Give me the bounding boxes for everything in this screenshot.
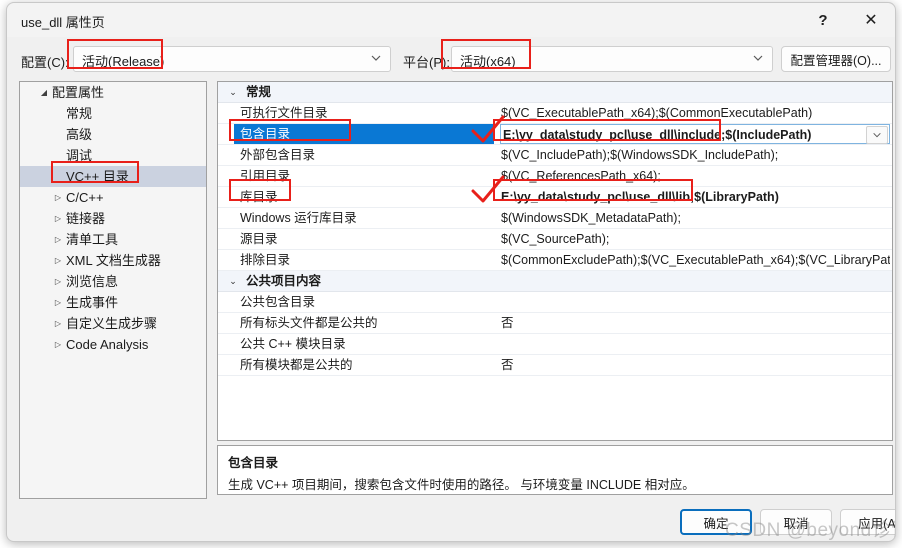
grid-category[interactable]: ⌄ 公共项目内容 bbox=[218, 271, 892, 292]
sidebar-item-0[interactable]: ◢ 配置属性 bbox=[20, 82, 206, 103]
ok-button[interactable]: 确定 bbox=[680, 509, 752, 535]
property-value: $(VC_SourcePath); bbox=[501, 232, 610, 246]
title-bar: use_dll 属性页 ? ✕ bbox=[7, 3, 895, 37]
property-row[interactable]: 排除目录 $(CommonExcludePath);$(VC_Executable… bbox=[218, 250, 892, 271]
sidebar-item-label: 自定义生成步骤 bbox=[66, 316, 158, 331]
chevron-down-icon bbox=[370, 52, 382, 64]
sidebar-item-label: 清单工具 bbox=[66, 232, 119, 247]
property-row[interactable]: 外部包含目录 $(VC_IncludePath);$(WindowsSDK_Inc… bbox=[218, 145, 892, 166]
property-name: 包含目录 bbox=[234, 124, 494, 144]
property-value: $(VC_IncludePath);$(WindowsSDK_IncludePa… bbox=[501, 148, 779, 162]
property-value: 否 bbox=[501, 316, 514, 330]
description-panel: 包含目录 生成 VC++ 项目期间，搜索包含文件时使用的路径。 与环境变量 IN… bbox=[217, 445, 893, 495]
property-name: 源目录 bbox=[240, 232, 278, 246]
property-name: 排除目录 bbox=[240, 253, 291, 267]
property-value: E:\yy_data\study_pcl\use_dll\lib;$(Libra… bbox=[501, 190, 779, 204]
cancel-button[interactable]: 取消 bbox=[760, 509, 832, 535]
sidebar-item-label: 调试 bbox=[66, 148, 93, 163]
property-value: $(WindowsSDK_MetadataPath); bbox=[501, 211, 681, 225]
sidebar-item-label: 高级 bbox=[66, 127, 93, 142]
sidebar-item-label: 生成事件 bbox=[66, 295, 119, 310]
tree-collapsed-icon[interactable]: ▷ bbox=[52, 292, 64, 313]
property-name: Windows 运行库目录 bbox=[240, 211, 357, 225]
sidebar-item-11[interactable]: ▷ 自定义生成步骤 bbox=[20, 313, 206, 334]
tree-expanded-icon[interactable]: ◢ bbox=[38, 82, 50, 103]
tree-collapsed-icon[interactable]: ▷ bbox=[52, 250, 64, 271]
help-icon[interactable]: ? bbox=[801, 3, 845, 37]
property-name: 所有模块都是公共的 bbox=[240, 358, 353, 372]
property-dropdown-button[interactable] bbox=[866, 126, 888, 144]
grid-category-title: 常规 bbox=[246, 85, 272, 99]
property-value: $(VC_ReferencesPath_x64); bbox=[501, 169, 661, 183]
sidebar-item-9[interactable]: ▷ 浏览信息 bbox=[20, 271, 206, 292]
configuration-tree[interactable]: ◢ 配置属性 常规 高级 调试 VC++ 目录 ▷ C/C++ ▷ 链接器 ▷ 清单工具 ▷ XML 文档… bbox=[19, 81, 207, 499]
sidebar-item-2[interactable]: 高级 bbox=[20, 124, 206, 145]
property-row[interactable]: 公共包含目录 bbox=[218, 292, 892, 313]
property-name: 公共 C++ 模块目录 bbox=[240, 337, 346, 351]
sidebar-item-6[interactable]: ▷ 链接器 bbox=[20, 208, 206, 229]
tree-collapsed-icon[interactable]: ▷ bbox=[52, 208, 64, 229]
sidebar-item-label: 浏览信息 bbox=[66, 274, 119, 289]
sidebar-item-7[interactable]: ▷ 清单工具 bbox=[20, 229, 206, 250]
property-row[interactable]: 可执行文件目录 $(VC_ExecutablePath_x64);$(Common… bbox=[218, 103, 892, 124]
chevron-down-icon bbox=[752, 52, 764, 64]
property-row[interactable]: 源目录 $(VC_SourcePath); bbox=[218, 229, 892, 250]
sidebar-item-label: VC++ 目录 bbox=[66, 169, 129, 184]
close-icon[interactable]: ✕ bbox=[849, 3, 893, 37]
sidebar-item-label: C/C++ bbox=[66, 190, 104, 205]
property-name: 公共包含目录 bbox=[240, 295, 316, 309]
sidebar-item-12[interactable]: ▷ Code Analysis bbox=[20, 334, 206, 355]
chevron-down-icon[interactable]: ⌄ bbox=[226, 82, 240, 102]
tree-collapsed-icon[interactable]: ▷ bbox=[52, 271, 64, 292]
property-row[interactable]: 引用目录 $(VC_ReferencesPath_x64); bbox=[218, 166, 892, 187]
property-pages-dialog: use_dll 属性页 ? ✕ 配置(C): 活动(Release) 平台(P)… bbox=[6, 2, 896, 542]
property-row[interactable]: Windows 运行库目录 $(WindowsSDK_MetadataPath); bbox=[218, 208, 892, 229]
configuration-select[interactable]: 活动(Release) bbox=[73, 46, 391, 72]
sidebar-item-5[interactable]: ▷ C/C++ bbox=[20, 187, 206, 208]
grid-category-title: 公共项目内容 bbox=[246, 274, 322, 288]
property-name: 外部包含目录 bbox=[240, 148, 316, 162]
grid-category[interactable]: ⌄ 常规 bbox=[218, 82, 892, 103]
configuration-value: 活动(Release) bbox=[82, 54, 165, 69]
property-row[interactable]: 库目录 E:\yy_data\study_pcl\use_dll\lib;$(Li… bbox=[218, 187, 892, 208]
platform-select[interactable]: 活动(x64) bbox=[451, 46, 773, 72]
property-row[interactable]: 所有模块都是公共的 否 bbox=[218, 355, 892, 376]
platform-label: 平台(P): bbox=[403, 55, 450, 70]
configuration-label: 配置(C): bbox=[21, 55, 69, 70]
configuration-manager-button[interactable]: 配置管理器(O)... bbox=[781, 46, 891, 72]
platform-value: 活动(x64) bbox=[460, 54, 516, 69]
sidebar-item-label: 配置属性 bbox=[52, 85, 105, 100]
property-name: 引用目录 bbox=[240, 169, 291, 183]
sidebar-item-label: 链接器 bbox=[66, 211, 106, 226]
sidebar-item-3[interactable]: 调试 bbox=[20, 145, 206, 166]
property-row[interactable]: 包含目录 E:\yy_data\study_pcl\use_dll\include… bbox=[218, 124, 892, 145]
sidebar-item-10[interactable]: ▷ 生成事件 bbox=[20, 292, 206, 313]
tree-collapsed-icon[interactable]: ▷ bbox=[52, 313, 64, 334]
tree-collapsed-icon[interactable]: ▷ bbox=[52, 334, 64, 355]
tree-collapsed-icon[interactable]: ▷ bbox=[52, 187, 64, 208]
window-title: use_dll 属性页 bbox=[21, 15, 105, 30]
property-name: 所有标头文件都是公共的 bbox=[240, 316, 378, 330]
sidebar-item-1[interactable]: 常规 bbox=[20, 103, 206, 124]
property-value: 否 bbox=[501, 358, 514, 372]
chevron-down-icon[interactable]: ⌄ bbox=[226, 271, 240, 291]
property-value: $(CommonExcludePath);$(VC_ExecutablePath… bbox=[501, 253, 890, 267]
sidebar-item-label: Code Analysis bbox=[66, 337, 149, 352]
tree-collapsed-icon[interactable]: ▷ bbox=[52, 229, 64, 250]
property-name: 可执行文件目录 bbox=[240, 106, 328, 120]
property-value[interactable]: E:\yy_data\study_pcl\use_dll\include;$(I… bbox=[500, 124, 890, 144]
sidebar-item-8[interactable]: ▷ XML 文档生成器 bbox=[20, 250, 206, 271]
property-value: $(VC_ExecutablePath_x64);$(CommonExecuta… bbox=[501, 106, 813, 120]
sidebar-item-label: XML 文档生成器 bbox=[66, 253, 161, 268]
property-row[interactable]: 公共 C++ 模块目录 bbox=[218, 334, 892, 355]
description-title: 包含目录 bbox=[228, 456, 279, 470]
sidebar-item-4[interactable]: VC++ 目录 bbox=[20, 166, 206, 187]
property-grid[interactable]: ⌄ 常规可执行文件目录 $(VC_ExecutablePath_x64);$(Com… bbox=[217, 81, 893, 441]
property-name: 库目录 bbox=[240, 190, 278, 204]
property-row[interactable]: 所有标头文件都是公共的 否 bbox=[218, 313, 892, 334]
description-body: 生成 VC++ 项目期间，搜索包含文件时使用的路径。 与环境变量 INCLUDE… bbox=[228, 478, 695, 492]
apply-button[interactable]: 应用(A) bbox=[840, 509, 895, 535]
sidebar-item-label: 常规 bbox=[66, 106, 93, 121]
